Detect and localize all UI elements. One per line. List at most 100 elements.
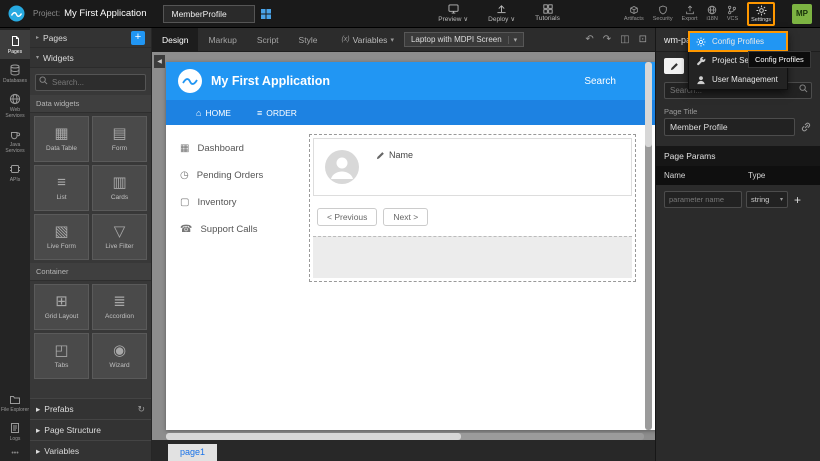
pages-header-label: Pages bbox=[43, 33, 67, 43]
preview-pane-icon[interactable]: ⊡ bbox=[639, 35, 647, 45]
pagination: < Previous Next > bbox=[317, 208, 632, 226]
rail-label: Databases bbox=[3, 78, 27, 84]
rail-item-file-explorer[interactable]: File Explorer bbox=[0, 388, 30, 417]
pages-grid-icon[interactable] bbox=[260, 8, 272, 20]
widget-list-item[interactable]: ≡ List bbox=[34, 165, 89, 211]
widget-live-filter[interactable]: ▽ Live Filter bbox=[92, 214, 147, 260]
column-name: Name bbox=[664, 171, 744, 180]
widget-cards[interactable]: ▥ Cards bbox=[92, 165, 147, 211]
side-item-dashboard[interactable]: ▦ Dashboard bbox=[166, 135, 291, 162]
app-title: My First Application bbox=[211, 74, 330, 88]
bind-link-icon[interactable] bbox=[800, 121, 812, 133]
variables-dropdown[interactable]: (x) Variables ▾ bbox=[341, 35, 394, 45]
param-type-select[interactable]: string ▾ bbox=[746, 191, 788, 208]
data-widgets-section-label: Data widgets bbox=[30, 95, 151, 113]
form-icon: ▤ bbox=[112, 126, 126, 141]
page-structure-panel-header[interactable]: ▸ Page Structure bbox=[30, 419, 151, 440]
deploy-button[interactable]: Deploy∨ bbox=[488, 4, 515, 23]
widget-tabs[interactable]: ◰ Tabs bbox=[34, 333, 89, 379]
widgets-panel-header[interactable]: ▾ Widgets bbox=[30, 48, 151, 68]
security-label: Security bbox=[653, 16, 673, 22]
wrench-icon bbox=[696, 56, 706, 66]
selected-widget-region[interactable]: Name < Previous Next > bbox=[309, 134, 636, 282]
widget-grid-layout[interactable]: ⊞ Grid Layout bbox=[34, 284, 89, 330]
refresh-icon[interactable]: ↻ bbox=[137, 404, 145, 415]
user-avatar[interactable]: MP bbox=[792, 4, 812, 24]
tutorials-button[interactable]: Tutorials bbox=[535, 4, 560, 23]
param-name-input[interactable] bbox=[664, 191, 742, 208]
collapse-left-panel-button[interactable]: ◀ bbox=[154, 55, 165, 68]
avatar-placeholder[interactable] bbox=[324, 146, 360, 188]
config-profiles-tooltip: Config Profiles bbox=[748, 51, 811, 68]
add-param-button[interactable]: + bbox=[792, 193, 803, 207]
more-options-icon[interactable]: ••• bbox=[11, 446, 18, 461]
artifacts-button[interactable]: Artifacts bbox=[624, 5, 644, 22]
side-item-pending-orders[interactable]: ◷ Pending Orders bbox=[166, 162, 291, 189]
split-view-icon[interactable]: ◫ bbox=[620, 35, 629, 45]
edit-page-button[interactable] bbox=[664, 58, 684, 74]
redo-icon[interactable]: ↷ bbox=[603, 35, 611, 45]
widget-accordion[interactable]: ≣ Accordion bbox=[92, 284, 147, 330]
page-tab-page1[interactable]: page1 bbox=[168, 444, 217, 461]
horizontal-scrollbar-thumb[interactable] bbox=[166, 433, 461, 440]
rail-item-databases[interactable]: Databases bbox=[0, 59, 30, 88]
rail-item-pages[interactable]: Pages bbox=[0, 30, 30, 59]
rail-item-logs[interactable]: Logs bbox=[0, 417, 30, 446]
tab-style[interactable]: Style bbox=[289, 28, 328, 52]
security-button[interactable]: Security bbox=[653, 5, 673, 22]
tab-markup[interactable]: Markup bbox=[198, 28, 246, 52]
vcs-button[interactable]: VCS bbox=[727, 5, 738, 22]
side-item-inventory[interactable]: ▢ Inventory bbox=[166, 189, 291, 216]
column-type: Type bbox=[748, 171, 765, 180]
page-selector[interactable]: MemberProfile bbox=[163, 5, 255, 23]
widget-data-table[interactable]: ▦ Data Table bbox=[34, 116, 89, 162]
widget-form[interactable]: ▤ Form bbox=[92, 116, 147, 162]
tab-design[interactable]: Design bbox=[152, 28, 198, 52]
settings-button[interactable]: Settings bbox=[747, 2, 775, 26]
app-content: Name < Previous Next > bbox=[291, 125, 655, 430]
preview-monitor-icon bbox=[448, 4, 459, 14]
menu-item-user-management[interactable]: User Management bbox=[689, 70, 787, 89]
device-selector[interactable]: Laptop with MDPI Screen ▾ bbox=[404, 32, 524, 47]
preview-button[interactable]: Preview∨ bbox=[438, 4, 468, 23]
vertical-scrollbar-thumb[interactable] bbox=[645, 62, 652, 147]
empty-content-strip[interactable] bbox=[313, 236, 632, 278]
side-item-support-calls[interactable]: ☎ Support Calls bbox=[166, 216, 291, 243]
horizontal-scrollbar[interactable] bbox=[166, 433, 644, 440]
rail-item-java-services[interactable]: Java Services bbox=[0, 123, 30, 158]
i18n-button[interactable]: i18N bbox=[707, 5, 718, 22]
member-card-widget[interactable]: Name bbox=[313, 138, 632, 196]
nav-item-order[interactable]: ≡ ORDER bbox=[257, 108, 297, 118]
add-page-button[interactable]: + bbox=[131, 31, 145, 45]
app-search-link[interactable]: Search bbox=[584, 76, 616, 87]
app-side-nav: ▦ Dashboard ◷ Pending Orders ▢ Inventory… bbox=[166, 125, 291, 430]
left-panel: ▸ Pages + ▾ Widgets Data widgets ▦ Data … bbox=[30, 28, 152, 461]
page-title-input[interactable] bbox=[664, 118, 795, 136]
rail-label: APIs bbox=[10, 177, 21, 183]
name-label: Name bbox=[389, 150, 413, 160]
prefabs-panel-header[interactable]: ▸ Prefabs ↻ bbox=[30, 398, 151, 419]
vertical-scrollbar[interactable] bbox=[645, 62, 652, 430]
app-header[interactable]: My First Application Search bbox=[166, 62, 655, 100]
pencil-icon bbox=[376, 151, 385, 160]
name-field[interactable]: Name bbox=[376, 146, 413, 160]
next-page-button[interactable]: Next > bbox=[383, 208, 428, 226]
gear-icon bbox=[756, 5, 767, 16]
undo-icon[interactable]: ↶ bbox=[585, 35, 593, 45]
menu-item-config-profiles[interactable]: Config Profiles bbox=[689, 32, 787, 51]
variables-panel-header[interactable]: ▸ Variables bbox=[30, 440, 151, 461]
caret-down-icon: ▾ bbox=[390, 36, 394, 44]
widget-live-form[interactable]: ▧ Live Form bbox=[34, 214, 89, 260]
widgets-header-label: Widgets bbox=[43, 53, 74, 63]
nav-item-home[interactable]: ⌂ HOME bbox=[196, 108, 231, 118]
widget-label: Live Filter bbox=[105, 243, 133, 250]
pages-panel-header[interactable]: ▸ Pages + bbox=[30, 28, 151, 48]
widget-search-input[interactable] bbox=[35, 74, 146, 91]
export-button[interactable]: Export bbox=[682, 5, 698, 22]
previous-page-button[interactable]: < Previous bbox=[317, 208, 377, 226]
tabs-icon: ◰ bbox=[54, 343, 68, 358]
widget-wizard[interactable]: ◉ Wizard bbox=[92, 333, 147, 379]
rail-item-web-services[interactable]: Web Services bbox=[0, 88, 30, 123]
tab-script[interactable]: Script bbox=[247, 28, 289, 52]
rail-item-apis[interactable]: APIs bbox=[0, 158, 30, 187]
